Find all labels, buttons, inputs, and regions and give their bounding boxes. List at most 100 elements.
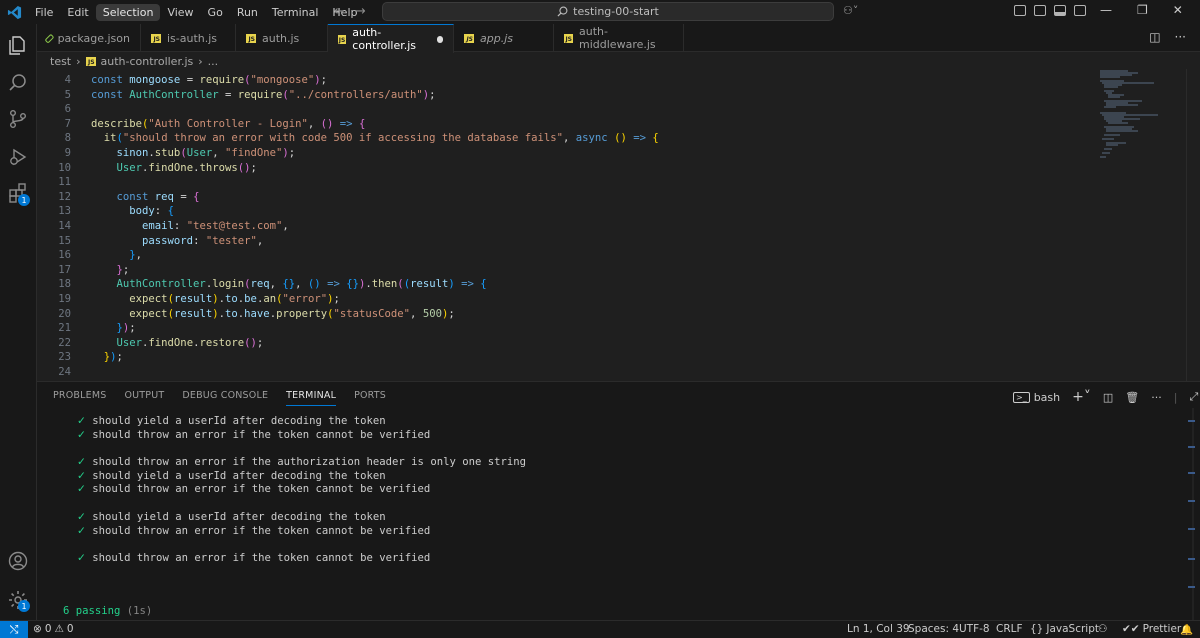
code-line: 5 const AuthController = require("../cont… — [37, 88, 436, 103]
tab-auth-controller[interactable]: JS auth-controller.js — [328, 24, 454, 53]
check-icon: ✓ — [77, 510, 86, 523]
code-line: 23 }); — [37, 350, 123, 365]
shell-name: bash — [1033, 390, 1061, 404]
menu-selection[interactable]: Selection — [95, 3, 161, 21]
extensions-icon[interactable]: 1 — [7, 182, 30, 206]
breadcrumb-folder[interactable]: test — [50, 55, 71, 68]
toggle-primary-sidebar-icon[interactable] — [1014, 5, 1026, 16]
menu-edit[interactable]: Edit — [60, 4, 95, 21]
terminal-line: ✓ should throw an error if the authoriza… — [77, 456, 526, 469]
search-view-icon[interactable] — [7, 72, 29, 94]
workspace-name: testing-00-start — [573, 5, 659, 18]
menu-view[interactable]: View — [160, 4, 200, 21]
run-debug-icon[interactable] — [7, 146, 29, 168]
forward-arrow-icon[interactable]: → — [355, 4, 366, 19]
line-number: 4 — [64, 74, 71, 86]
toggle-panel-icon[interactable] — [1054, 5, 1066, 16]
js-icon: JS — [151, 33, 161, 43]
terminal-output[interactable]: ✓ should yield a userId after decoding t… — [77, 415, 526, 566]
minimize-icon[interactable]: — — [1100, 3, 1112, 17]
line-number: 7 — [64, 117, 71, 130]
tab-auth[interactable]: JS auth.js — [236, 24, 328, 52]
line-number: 6 — [64, 103, 71, 116]
code-editor[interactable]: 4 const mongoose = require("mongoose"); 5… — [37, 69, 1200, 381]
tab-is-auth[interactable]: JS is-auth.js — [141, 24, 236, 52]
maximize-panel-icon[interactable]: ⤢ — [1189, 390, 1198, 404]
remote-indicator-icon[interactable]: ⤭ — [0, 621, 28, 638]
js-icon: JS — [85, 56, 96, 66]
prettier-status[interactable]: ✔✔ Prettier — [1122, 623, 1181, 635]
line-number: 24 — [58, 366, 71, 378]
tab-package-json[interactable]: package.json — [37, 24, 141, 52]
restore-icon[interactable]: ❐ — [1137, 3, 1148, 17]
code-line: 8 it("should throw an error with code 50… — [37, 131, 659, 146]
kill-terminal-icon[interactable]: 🗑 — [1125, 391, 1139, 404]
tab-problems[interactable]: PROBLEMS — [53, 390, 106, 406]
error-count: 0 — [44, 623, 52, 635]
more-actions-icon[interactable]: ··· — [1151, 391, 1162, 404]
encoding[interactable]: UTF-8 — [959, 623, 990, 635]
tab-debug-console[interactable]: DEBUG CONSOLE — [182, 390, 268, 406]
copilot-status-icon[interactable]: ⚇ — [1098, 623, 1107, 635]
split-editor-icon[interactable]: ◫ — [1149, 30, 1160, 44]
copilot-icon[interactable]: ⚇˅ — [843, 4, 858, 17]
node-icon — [44, 33, 55, 43]
unsaved-dot-icon[interactable] — [437, 35, 443, 43]
minimap[interactable] — [1098, 69, 1178, 169]
chevron-right-icon: › — [198, 54, 203, 68]
notifications-bell-icon[interactable]: 🔔 — [1180, 623, 1193, 636]
back-arrow-icon[interactable]: ← — [334, 4, 345, 19]
terminal-line: ✓ should throw an error if the token can… — [77, 551, 431, 564]
menu-go[interactable]: Go — [201, 4, 230, 21]
passing-time: (1s) — [126, 605, 153, 617]
tab-terminal[interactable]: TERMINAL — [286, 390, 337, 406]
command-center-search[interactable]: testing-00-start — [382, 2, 834, 21]
source-control-icon[interactable] — [7, 108, 29, 130]
breadcrumb-symbol[interactable]: ... — [208, 55, 219, 68]
customize-layout-icon[interactable] — [1074, 5, 1086, 16]
end-of-line[interactable]: CRLF — [996, 623, 1023, 635]
tab-output[interactable]: OUTPUT — [124, 390, 164, 406]
accounts-icon[interactable] — [7, 550, 29, 572]
manage-gear-icon[interactable]: 1 — [7, 589, 30, 612]
title-bar: File Edit Selection View Go Run Terminal… — [0, 0, 1200, 24]
check-icon: ✓ — [77, 469, 86, 482]
problems-status[interactable]: ⊗ 0 ⚠ 0 — [33, 623, 74, 635]
tab-label: auth-middleware.js — [579, 25, 656, 51]
terminal-scrollbar[interactable] — [1186, 408, 1200, 621]
close-window-icon[interactable]: ✕ — [1173, 3, 1183, 17]
language-mode[interactable]: {} JavaScript — [1030, 623, 1099, 635]
new-terminal-icon[interactable]: +˅ — [1072, 389, 1091, 405]
code-line: 12 const req = { — [37, 190, 199, 205]
more-actions-icon[interactable]: ··· — [1175, 30, 1186, 44]
tab-app[interactable]: JS app.js — [454, 24, 554, 52]
explorer-icon[interactable] — [7, 34, 29, 56]
tab-label: package.json — [57, 31, 130, 45]
toggle-editor-icon[interactable] — [1034, 5, 1046, 16]
code-line: 19 expect(result).to.be.an("error"); — [37, 292, 340, 307]
cursor-position[interactable]: Ln 1, Col 39 — [847, 623, 910, 635]
tab-auth-middleware[interactable]: JS auth-middleware.js — [554, 24, 684, 52]
indentation[interactable]: Spaces: 4 — [908, 623, 959, 635]
terminal-line: ✓ should throw an error if the token can… — [77, 428, 431, 441]
line-number: 10 — [58, 161, 71, 174]
breadcrumb: test › JS auth-controller.js › ... — [37, 53, 218, 69]
tab-ports[interactable]: PORTS — [354, 390, 386, 406]
tab-label: auth-controller.js — [352, 26, 417, 52]
split-terminal-icon[interactable]: ◫ — [1103, 391, 1113, 404]
activity-bar: 1 1 — [0, 24, 37, 620]
editor-scrollbar[interactable] — [1186, 69, 1200, 381]
manage-badge: 1 — [18, 600, 30, 612]
code-line: 21 }); — [37, 321, 135, 336]
extensions-badge: 1 — [18, 194, 30, 206]
terminal-line: ✓ should yield a userId after decoding t… — [77, 510, 386, 523]
menu-file[interactable]: File — [28, 4, 60, 21]
terminal-shell-selector[interactable]: >_ bash — [1013, 391, 1060, 404]
braces-icon: {} — [1030, 623, 1044, 635]
menu-run[interactable]: Run — [230, 4, 265, 21]
code-line: 11 — [37, 175, 91, 190]
breadcrumb-file[interactable]: auth-controller.js — [101, 55, 194, 68]
menu-terminal[interactable]: Terminal — [265, 4, 326, 21]
line-number: 15 — [58, 234, 71, 247]
